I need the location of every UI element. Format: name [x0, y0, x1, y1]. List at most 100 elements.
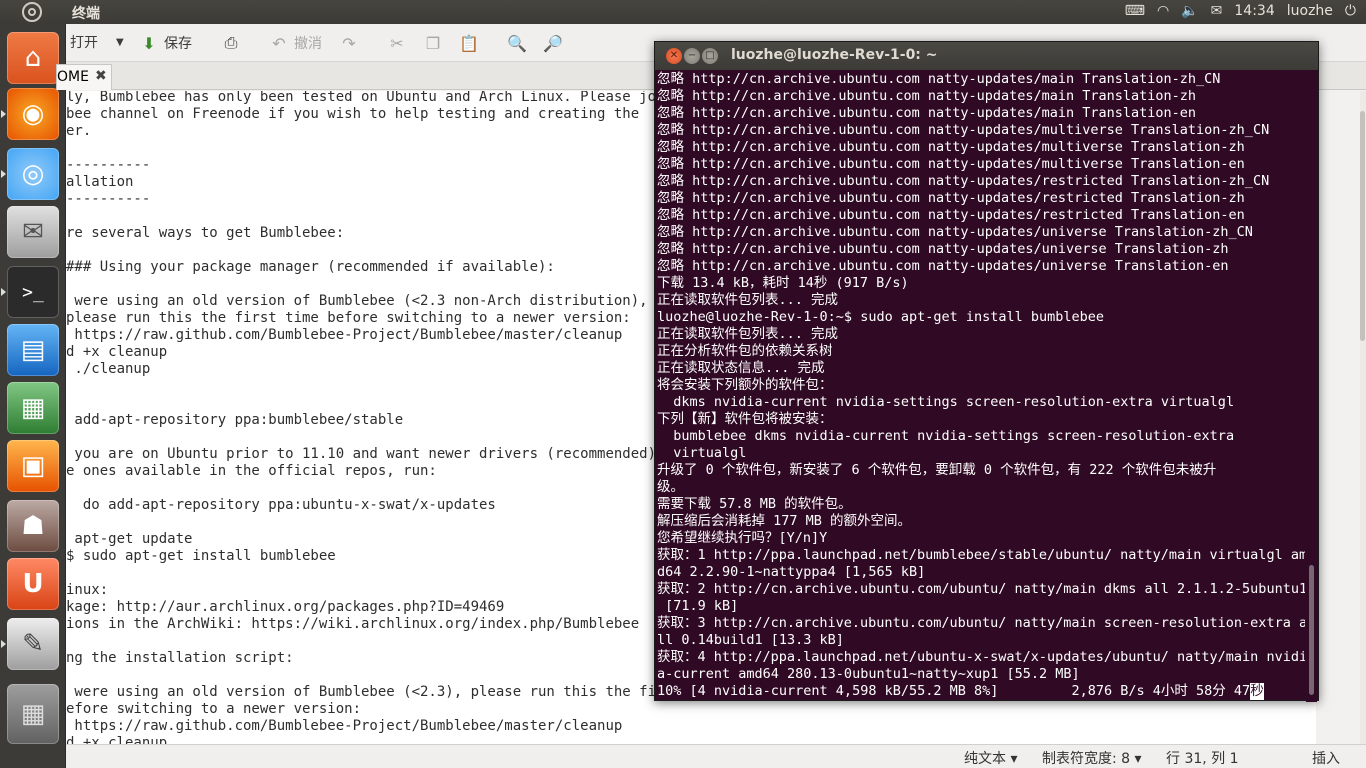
editor-line: were using an old version of Bumblebee (…	[66, 293, 648, 309]
mail-icon[interactable]: ✉	[1211, 3, 1223, 19]
firefox-icon[interactable]: ◉	[1, 88, 59, 140]
editor-line: bee channel on Freenode if you wish to h…	[66, 106, 640, 122]
home-folder-icon[interactable]: ⌂	[7, 32, 59, 84]
impress-icon[interactable]: ▣	[7, 440, 59, 492]
close-window-button[interactable]: ✕	[666, 48, 682, 64]
workspaces-icon[interactable]: ▦	[7, 684, 59, 744]
editor-line: you are on Ubuntu prior to 11.10 and wan…	[66, 446, 657, 462]
calc-icon[interactable]: ▦	[7, 382, 59, 434]
replace-button[interactable]: 🔎	[542, 32, 564, 54]
terminal-line: 将会安装下列额外的软件包：	[657, 377, 833, 393]
close-icon[interactable]: ✖	[95, 68, 107, 84]
text-editor-icon[interactable]: ✎	[1, 618, 59, 670]
writer-icon[interactable]: ▤	[7, 324, 59, 376]
editor-scrollbar[interactable]	[1360, 91, 1366, 751]
redo-button[interactable]: ↷	[338, 32, 360, 54]
chromium-icon[interactable]: ◎	[1, 148, 59, 200]
terminal-line: 忽略 http://cn.archive.ubuntu.com natty-up…	[657, 173, 1270, 189]
active-window-title: 终端	[72, 6, 100, 22]
undo-button[interactable]: ↶ 撤消	[268, 32, 322, 54]
mail-client-icon[interactable]: ✉	[7, 206, 59, 258]
tab-width-selector[interactable]: 制表符宽度: 8 ▾	[1042, 748, 1142, 768]
terminal-scrollbar[interactable]	[1306, 70, 1317, 702]
print-button[interactable]: ⎙	[220, 32, 242, 54]
terminal-line: 忽略 http://cn.archive.ubuntu.com natty-up…	[657, 71, 1221, 87]
save-button[interactable]: ⬇ 保存	[138, 32, 192, 54]
undo-icon: ↶	[272, 33, 286, 53]
terminal-line: 获取：2 http://cn.archive.ubuntu.com/ubuntu…	[657, 581, 1305, 597]
terminal-line: luozhe@luozhe-Rev-1-0:~$ sudo apt-get in…	[657, 309, 1105, 325]
language-selector[interactable]: 纯文本 ▾	[964, 748, 1017, 768]
tab-width-label: 制表符宽度: 8	[1042, 751, 1131, 767]
editor-line: add-apt-repository ppa:bumblebee/stable	[66, 412, 404, 428]
tab-readme[interactable]: OME ✖	[56, 64, 112, 90]
terminal-line: [71.9 kB]	[657, 598, 739, 614]
terminal-line: 忽略 http://cn.archive.ubuntu.com natty-up…	[657, 241, 1229, 257]
redo-icon: ↷	[342, 33, 356, 53]
terminal-line: 获取：1 http://ppa.launchpad.net/bumblebee/…	[657, 547, 1305, 563]
terminal-line: 下载 13.4 kB，耗时 14秒 (917 B/s)	[657, 275, 909, 291]
editor-line: https://raw.github.com/Bumblebee-Project…	[66, 327, 623, 343]
editor-line: e ones available in the official repos, …	[66, 463, 437, 479]
terminal-line: 忽略 http://cn.archive.ubuntu.com natty-up…	[657, 190, 1245, 206]
maximize-window-button[interactable]: □	[702, 48, 718, 64]
editor-scrollbar-thumb[interactable]	[1360, 111, 1365, 341]
find-button[interactable]: 🔍	[506, 32, 528, 54]
clock[interactable]: 14:34	[1234, 3, 1274, 19]
save-icon: ⬇	[142, 33, 156, 53]
editor-line: $ sudo apt-get install bumblebee	[66, 548, 336, 564]
terminal-output[interactable]: 忽略 http://cn.archive.ubuntu.com natty-up…	[655, 70, 1305, 702]
terminal-line: dkms nvidia-current nvidia-settings scre…	[657, 394, 1235, 410]
terminal-line: 获取：3 http://cn.archive.ubuntu.com/ubuntu…	[657, 615, 1305, 631]
terminal-line: 忽略 http://cn.archive.ubuntu.com natty-up…	[657, 156, 1245, 172]
editor-line: were using an old version of Bumblebee (…	[66, 684, 682, 700]
terminal-line: 忽略 http://cn.archive.ubuntu.com natty-up…	[657, 224, 1253, 240]
replace-icon: 🔎	[543, 33, 563, 53]
save-label: 保存	[164, 36, 192, 52]
editor-line: ng the installation script:	[66, 650, 294, 666]
terminal-line: 正在读取软件包列表... 完成	[657, 326, 839, 342]
print-icon: ⎙	[224, 33, 238, 52]
terminal-line: 解压缩后会消耗掉 177 MB 的额外空间。	[657, 513, 912, 529]
open-button[interactable]: 打开 ▼	[70, 32, 124, 52]
terminal-cursor: 秒	[1250, 683, 1264, 700]
undo-label: 撤消	[294, 36, 322, 52]
terminal-line: 忽略 http://cn.archive.ubuntu.com natty-up…	[657, 139, 1245, 155]
terminal-scrollbar-thumb[interactable]	[1309, 565, 1314, 695]
user-name[interactable]: luozhe	[1287, 3, 1333, 19]
minimize-window-button[interactable]: −	[684, 48, 700, 64]
search-icon: 🔍	[507, 33, 527, 53]
terminal-icon[interactable]: >_	[1, 266, 59, 318]
editor-line: efore switching to a newer version:	[66, 701, 362, 717]
editor-statusbar: 纯文本 ▾ 制表符宽度: 8 ▾ 行 31, 列 1 插入	[66, 744, 1366, 768]
copy-button[interactable]: ❐	[422, 32, 444, 54]
cut-button[interactable]: ✂	[386, 32, 408, 54]
terminal-line: a-current amd64 280.13-0ubuntu1~natty~xu…	[657, 666, 1080, 682]
power-icon[interactable]: ⏻	[1345, 3, 1356, 19]
volume-icon[interactable]: 🔈	[1181, 3, 1198, 19]
open-label: 打开	[70, 35, 98, 51]
paste-button[interactable]: 📋	[458, 32, 480, 54]
terminal-line: bumblebee dkms nvidia-current nvidia-set…	[657, 428, 1235, 444]
terminal-line: 忽略 http://cn.archive.ubuntu.com natty-up…	[657, 207, 1245, 223]
editor-line: ----------	[66, 191, 151, 207]
editor-line: d +x cleanup	[66, 344, 168, 360]
terminal-titlebar[interactable]: ✕ − □ luozhe@luozhe-Rev-1-0: ~	[655, 42, 1318, 70]
terminal-line: 升级了 0 个软件包，新安装了 6 个软件包，要卸载 0 个软件包，有 222 …	[657, 462, 1217, 478]
ubuntu-logo-icon[interactable]	[22, 2, 42, 22]
cursor-position: 行 31, 列 1	[1166, 751, 1239, 767]
terminal-line: 忽略 http://cn.archive.ubuntu.com natty-up…	[657, 258, 1229, 274]
editor-line: do add-apt-repository ppa:ubuntu-x-swat/…	[66, 497, 496, 513]
terminal-line: 正在分析软件包的依赖关系树	[657, 343, 833, 359]
insert-mode: 插入	[1312, 751, 1340, 767]
editor-line: https://raw.github.com/Bumblebee-Project…	[66, 718, 623, 734]
open-dropdown-icon[interactable]: ▼	[116, 37, 124, 48]
editor-line: ly, Bumblebee has only been tested on Ub…	[66, 91, 673, 105]
keyboard-icon[interactable]: ⌨	[1125, 3, 1145, 19]
wifi-icon[interactable]: ◠	[1157, 3, 1169, 19]
editor-line: ions in the ArchWiki: https://wiki.archl…	[66, 616, 640, 632]
terminal-line: 忽略 http://cn.archive.ubuntu.com natty-up…	[657, 122, 1270, 138]
launcher: ⌂ ◉ ◎ ✉ >_ ▤ ▦ ▣ ☗ U ✎ ▦	[0, 24, 66, 768]
ubuntu-one-icon[interactable]: U	[7, 558, 59, 610]
software-center-icon[interactable]: ☗	[7, 500, 59, 552]
